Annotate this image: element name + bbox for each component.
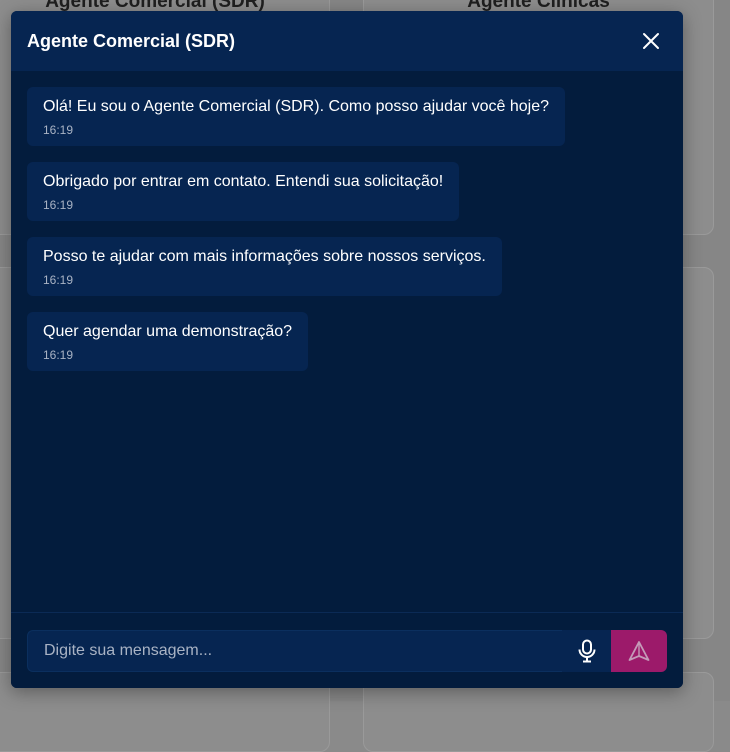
message-time: 16:19 [43,198,443,212]
message-composer [11,612,683,688]
message-time: 16:19 [43,273,486,287]
message-text: Obrigado por entrar em contato. Entendi … [43,172,443,192]
message-text: Olá! Eu sou o Agente Comercial (SDR). Co… [43,97,549,117]
message-bubble: Posso te ajudar com mais informações sob… [27,237,502,296]
message-time: 16:19 [43,123,549,137]
message-bubble: Obrigado por entrar em contato. Entendi … [27,162,459,221]
message-time: 16:19 [43,348,292,362]
message-bubble: Olá! Eu sou o Agente Comercial (SDR). Co… [27,87,565,146]
modal-title: Agente Comercial (SDR) [27,31,235,52]
send-button[interactable] [611,630,667,672]
close-icon [639,29,663,53]
message-list: Olá! Eu sou o Agente Comercial (SDR). Co… [11,71,683,612]
microphone-button[interactable] [562,630,611,672]
microphone-icon [577,639,597,663]
close-button[interactable] [639,29,663,53]
message-bubble: Quer agendar uma demonstração? 16:19 [27,312,308,371]
chat-modal: Agente Comercial (SDR) Olá! Eu sou o Age… [11,11,683,688]
message-text: Quer agendar uma demonstração? [43,322,292,342]
send-icon [627,639,651,663]
message-text: Posso te ajudar com mais informações sob… [43,247,486,267]
message-input[interactable] [27,630,562,672]
modal-header: Agente Comercial (SDR) [11,11,683,71]
